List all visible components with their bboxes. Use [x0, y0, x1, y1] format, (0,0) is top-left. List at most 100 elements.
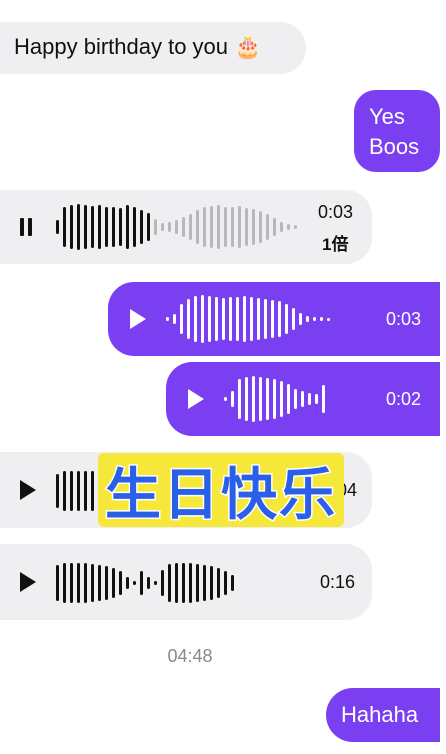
waveform-bar	[266, 378, 269, 420]
waveform-bar	[70, 471, 73, 511]
waveform-bar	[154, 581, 157, 585]
waveform-bar	[154, 219, 157, 235]
waveform-bar	[56, 220, 59, 234]
waveform-bar	[70, 563, 73, 603]
waveform-bar	[161, 570, 164, 596]
waveform-bar	[273, 218, 276, 236]
pause-icon[interactable]	[20, 218, 36, 241]
waveform-bar	[313, 317, 316, 321]
waveform-bar	[112, 568, 115, 598]
waveform[interactable]	[56, 200, 301, 254]
waveform-bar	[196, 564, 199, 602]
message-text: Hahaha	[341, 702, 419, 727]
waveform-bar	[119, 208, 122, 246]
waveform-bar	[98, 565, 101, 601]
play-icon[interactable]	[20, 572, 36, 592]
waveform-bar	[308, 393, 311, 405]
waveform-bar	[126, 205, 129, 249]
waveform-bar	[259, 377, 262, 421]
waveform-bar	[280, 381, 283, 417]
waveform-bar	[140, 571, 143, 595]
waveform-bar	[327, 317, 330, 321]
waveform-bar	[182, 563, 185, 603]
waveform-bar	[287, 384, 290, 414]
waveform-bar	[210, 206, 213, 248]
voice-message-outgoing[interactable]: 0:02	[166, 362, 440, 436]
waveform-bar	[222, 298, 225, 340]
waveform-bar	[287, 224, 290, 230]
waveform-bar	[245, 377, 248, 421]
waveform-bar	[194, 296, 197, 342]
timestamp: 04:48	[167, 646, 213, 666]
waveform-bar	[201, 295, 204, 343]
play-icon[interactable]	[130, 309, 146, 329]
duration-label: 0:03	[318, 202, 354, 222]
waveform-bar	[70, 205, 73, 249]
waveform-bar	[280, 222, 283, 232]
waveform-bar	[63, 471, 66, 511]
waveform-bar	[203, 207, 206, 247]
duration-label: 0:03	[386, 309, 422, 329]
waveform-bar	[140, 210, 143, 244]
waveform-bar	[175, 220, 178, 234]
waveform-bar	[56, 474, 59, 508]
waveform-bar	[215, 297, 218, 341]
waveform-bar	[320, 317, 323, 321]
waveform-bar	[259, 211, 262, 243]
waveform-bar	[278, 301, 281, 337]
waveform-bar	[315, 394, 318, 404]
waveform-bar	[168, 564, 171, 602]
message-bubble-outgoing[interactable]: Yes Boos	[354, 90, 440, 172]
waveform-bar	[243, 296, 246, 342]
waveform-bar	[91, 206, 94, 248]
waveform-bar	[208, 296, 211, 342]
waveform-bar	[210, 566, 213, 600]
waveform-bar	[266, 214, 269, 240]
waveform-bar	[245, 208, 248, 246]
waveform-bar	[203, 565, 206, 601]
waveform-bar	[91, 471, 94, 511]
waveform-bar	[126, 577, 129, 589]
waveform-bar	[273, 379, 276, 419]
message-bubble-outgoing[interactable]: Hahaha	[326, 688, 440, 742]
waveform-bar	[231, 207, 234, 247]
waveform-bar	[77, 563, 80, 603]
waveform[interactable]	[56, 464, 105, 518]
waveform-bar	[63, 563, 66, 603]
waveform-bar	[56, 565, 59, 601]
waveform-bar	[231, 575, 234, 591]
waveform-bar	[84, 471, 87, 511]
waveform-bar	[236, 297, 239, 341]
play-icon[interactable]	[188, 389, 204, 409]
waveform-bar	[250, 297, 253, 341]
waveform-bar	[217, 205, 220, 249]
waveform-bar	[187, 299, 190, 339]
waveform[interactable]	[56, 556, 238, 610]
playback-speed-label[interactable]: 1倍	[322, 230, 348, 255]
waveform-bar	[231, 391, 234, 407]
waveform[interactable]	[224, 372, 329, 426]
waveform-bar	[271, 300, 274, 338]
voice-message-incoming[interactable]: 0:16	[0, 544, 372, 620]
waveform-bar	[105, 207, 108, 247]
waveform-bar	[292, 308, 295, 330]
voice-message-outgoing[interactable]: 0:03	[108, 282, 440, 356]
message-bubble-incoming[interactable]: Happy birthday to you 🎂	[0, 22, 306, 74]
waveform-bar	[294, 389, 297, 409]
waveform-bar	[180, 304, 183, 334]
play-icon[interactable]	[20, 480, 36, 500]
waveform[interactable]	[166, 292, 334, 346]
waveform-bar	[166, 317, 169, 321]
waveform-bar	[224, 397, 227, 401]
waveform-bar	[299, 313, 302, 325]
waveform-bar	[252, 209, 255, 245]
waveform-bar	[105, 566, 108, 600]
waveform-bar	[63, 207, 66, 247]
waveform-bar	[238, 206, 241, 248]
waveform-bar	[168, 222, 171, 232]
waveform-bar	[285, 304, 288, 334]
waveform-bar	[98, 205, 101, 249]
message-text-line2: Boos	[369, 134, 420, 159]
voice-message-incoming[interactable]: 0:03 1倍	[0, 190, 372, 264]
duration-label: 0:16	[320, 572, 356, 592]
